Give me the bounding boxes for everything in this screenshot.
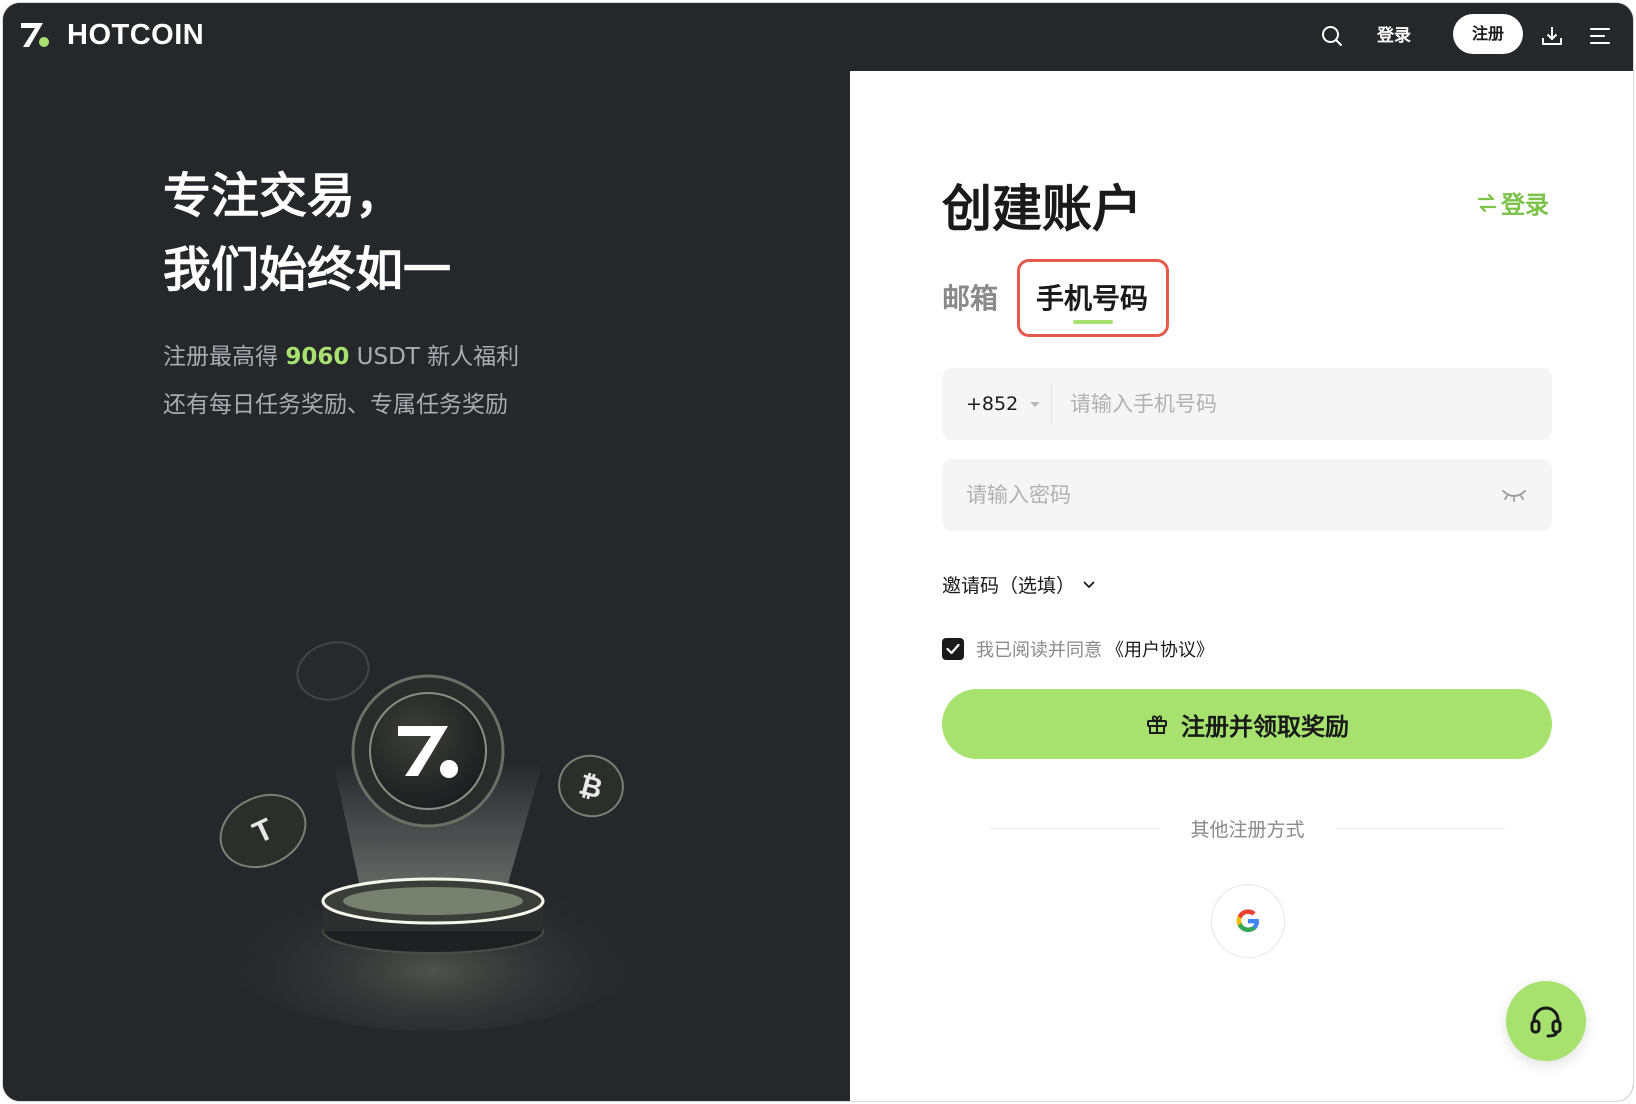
divider-line-right	[1336, 827, 1506, 829]
coin-podium-illustration: T ₿	[203, 641, 663, 1031]
user-agreement-link[interactable]: 《用户协议》	[1106, 636, 1214, 662]
logo[interactable]: HOTCOIN	[17, 17, 204, 53]
bonus-prefix: 注册最高得	[163, 344, 286, 370]
register-submit-button[interactable]: 注册并领取奖励	[942, 689, 1552, 759]
password-field	[942, 459, 1552, 531]
customer-support-button[interactable]	[1506, 981, 1586, 1061]
download-icon	[1542, 27, 1562, 45]
phone-input[interactable]	[1052, 368, 1552, 440]
menu-icon	[1590, 28, 1610, 44]
search-icon	[1322, 26, 1342, 46]
active-tab-indicator	[1073, 320, 1113, 324]
promo-subtext: 注册最高得 9060 USDT 新人福利 还有每日任务奖励、专属任务奖励	[163, 333, 519, 429]
headset-icon	[1530, 1006, 1562, 1038]
phone-field: +852	[942, 368, 1552, 440]
header-register-button[interactable]: 注册	[1453, 14, 1523, 54]
check-icon	[946, 643, 960, 655]
other-methods-label: 其他注册方式	[1190, 818, 1305, 841]
agreement-text: 我已阅读并同意	[976, 640, 1102, 661]
promo-headline: 专注交易， 我们始终如一	[163, 159, 451, 307]
swap-icon	[1477, 193, 1497, 212]
google-icon	[1236, 909, 1259, 932]
toggle-password-visibility[interactable]	[1494, 475, 1534, 515]
invite-code-label: 邀请码（选填）	[942, 575, 1076, 597]
bonus-amount: 9060	[285, 344, 350, 370]
agreement-row: 我已阅读并同意 《用户协议》	[942, 636, 1214, 662]
chevron-down-icon	[1083, 581, 1095, 588]
password-input[interactable]	[942, 459, 1494, 531]
tab-phone[interactable]: 手机号码	[1017, 259, 1169, 337]
gift-icon	[1147, 715, 1167, 734]
register-method-tabs: 邮箱 手机号码	[942, 259, 1262, 349]
download-button[interactable]	[1535, 19, 1569, 53]
header-login-link[interactable]: 登录	[1377, 19, 1411, 53]
caret-down-icon	[1030, 401, 1041, 407]
switch-login-label: 登录	[1501, 191, 1549, 219]
headline-line-2: 我们始终如一	[163, 242, 452, 298]
register-submit-label: 注册并领取奖励	[1181, 713, 1349, 741]
tab-email[interactable]: 邮箱	[942, 277, 998, 317]
invite-code-toggle[interactable]: 邀请码（选填）	[942, 571, 1095, 598]
top-bar: HOTCOIN 登录 注册	[3, 3, 1633, 71]
search-button[interactable]	[1315, 19, 1349, 53]
country-code-select[interactable]: +852	[942, 384, 1052, 424]
menu-button[interactable]	[1583, 19, 1617, 53]
headline-line-1: 专注交易，	[163, 168, 404, 224]
country-code-value: +852	[966, 393, 1019, 415]
promo-tasks-line: 还有每日任务奖励、专属任务奖励	[163, 392, 508, 418]
switch-to-login-link[interactable]: 登录	[1477, 185, 1549, 220]
hotcoin-logo-icon	[21, 23, 49, 47]
eye-closed-icon	[1502, 490, 1526, 502]
app-window: HOTCOIN 登录 注册 专注交易， 我们始终如一 注册最高得 9060 US…	[2, 2, 1634, 1102]
divider-line-left	[990, 827, 1159, 829]
agreement-checkbox[interactable]	[942, 638, 964, 660]
promo-panel: 专注交易， 我们始终如一 注册最高得 9060 USDT 新人福利 还有每日任务…	[3, 71, 850, 1101]
other-methods-divider: 其他注册方式	[990, 816, 1506, 841]
tab-phone-label: 手机号码	[1036, 282, 1149, 315]
google-signup-button[interactable]	[1211, 884, 1285, 958]
form-title: 创建账户	[942, 180, 1142, 238]
register-form-panel: 创建账户 登录 邮箱 手机号码 +852 请输入手机号码 邀请码（选填） 我已阅…	[850, 71, 1633, 1101]
logo-text: HOTCOIN	[67, 18, 205, 51]
promo-bonus-line: 注册最高得 9060 USDT 新人福利	[163, 333, 519, 381]
bonus-suffix: USDT 新人福利	[349, 344, 520, 370]
